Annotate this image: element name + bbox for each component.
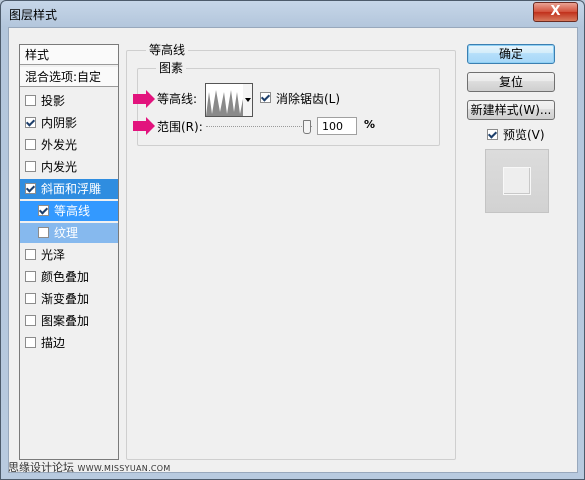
blend-options-item[interactable]: 混合选项:自定: [20, 67, 118, 87]
range-slider-thumb[interactable]: [303, 120, 311, 134]
styles-list-header[interactable]: 样式: [20, 45, 118, 65]
style-item-label: 斜面和浮雕: [41, 182, 102, 196]
contour-section-title: 等高线: [146, 43, 189, 57]
style-item-inner-glow[interactable]: 内发光: [20, 157, 118, 177]
new-style-button[interactable]: 新建样式(W)...: [467, 100, 555, 120]
style-item-label: 内发光: [41, 160, 78, 174]
style-item-texture[interactable]: 纹理: [20, 223, 118, 243]
style-item-inner-shadow[interactable]: 内阴影: [20, 113, 118, 133]
style-item-contour[interactable]: 等高线: [20, 201, 118, 221]
layer-style-dialog: 图层样式 X 样式 混合选项:自定 投影 内阴影 外发光 内发光 斜面和浮雕 等: [0, 0, 585, 480]
range-slider-track[interactable]: [206, 126, 312, 127]
style-item-label: 光泽: [41, 248, 66, 262]
styles-list: 样式 混合选项:自定 投影 内阴影 外发光 内发光 斜面和浮雕 等高线 纹理 光…: [19, 44, 119, 460]
contour-label: 等高线:: [157, 92, 198, 106]
contour-curve-icon: [206, 90, 244, 116]
texture-checkbox[interactable]: [38, 227, 49, 238]
annotation-arrow-contour: [133, 90, 155, 108]
style-item-outer-glow[interactable]: 外发光: [20, 135, 118, 155]
preview-label[interactable]: 预览(V): [503, 126, 545, 143]
color-overlay-checkbox[interactable]: [25, 271, 36, 282]
style-item-label: 等高线: [54, 204, 91, 218]
reset-button[interactable]: 复位: [467, 72, 555, 92]
style-item-label: 描边: [41, 336, 66, 350]
drop-shadow-checkbox[interactable]: [25, 95, 36, 106]
style-item-bevel-emboss[interactable]: 斜面和浮雕: [20, 179, 118, 199]
contour-dropdown-chevron-icon[interactable]: [243, 83, 253, 117]
elements-group-title: 图素: [156, 61, 187, 75]
anti-alias-checkbox[interactable]: [260, 92, 271, 103]
range-label: 范围(R):: [157, 120, 203, 134]
range-unit: %: [364, 118, 376, 131]
style-item-stroke[interactable]: 描边: [20, 333, 118, 353]
style-item-label: 图案叠加: [41, 314, 90, 328]
watermark-url: WWW.MISSYUAN.COM: [77, 464, 171, 473]
gradient-overlay-checkbox[interactable]: [25, 293, 36, 304]
title-bar[interactable]: 图层样式 X: [1, 1, 584, 27]
anti-alias-label[interactable]: 消除锯齿(L): [276, 90, 340, 107]
bevel-emboss-checkbox[interactable]: [25, 183, 36, 194]
style-item-label: 投影: [41, 94, 66, 108]
style-item-color-overlay[interactable]: 颜色叠加: [20, 267, 118, 287]
style-item-label: 外发光: [41, 138, 78, 152]
contour-checkbox[interactable]: [38, 205, 49, 216]
style-item-label: 纹理: [54, 226, 79, 240]
style-item-label: 内阴影: [41, 116, 78, 130]
style-item-label: 渐变叠加: [41, 292, 90, 306]
stroke-checkbox[interactable]: [25, 337, 36, 348]
style-item-satin[interactable]: 光泽: [20, 245, 118, 265]
style-preview: [485, 149, 549, 213]
outer-glow-checkbox[interactable]: [25, 139, 36, 150]
style-item-label: 颜色叠加: [41, 270, 90, 284]
style-item-pattern-overlay[interactable]: 图案叠加: [20, 311, 118, 331]
dialog-client-area: 样式 混合选项:自定 投影 内阴影 外发光 内发光 斜面和浮雕 等高线 纹理 光…: [8, 27, 578, 473]
contour-picker[interactable]: [205, 83, 245, 117]
window-title: 图层样式: [9, 8, 58, 22]
inner-glow-checkbox[interactable]: [25, 161, 36, 172]
style-item-gradient-overlay[interactable]: 渐变叠加: [20, 289, 118, 309]
inner-shadow-checkbox[interactable]: [25, 117, 36, 128]
close-button[interactable]: X: [533, 2, 578, 22]
annotation-arrow-range: [133, 117, 155, 135]
pattern-overlay-checkbox[interactable]: [25, 315, 36, 326]
watermark-text: 思缘设计论坛: [8, 461, 74, 474]
style-item-drop-shadow[interactable]: 投影: [20, 91, 118, 111]
range-input[interactable]: 100: [317, 117, 357, 135]
satin-checkbox[interactable]: [25, 249, 36, 260]
watermark: 思缘设计论坛 WWW.MISSYUAN.COM: [8, 459, 171, 475]
style-preview-swatch: [503, 167, 531, 195]
ok-button[interactable]: 确定: [467, 44, 555, 64]
preview-checkbox[interactable]: [487, 129, 498, 140]
